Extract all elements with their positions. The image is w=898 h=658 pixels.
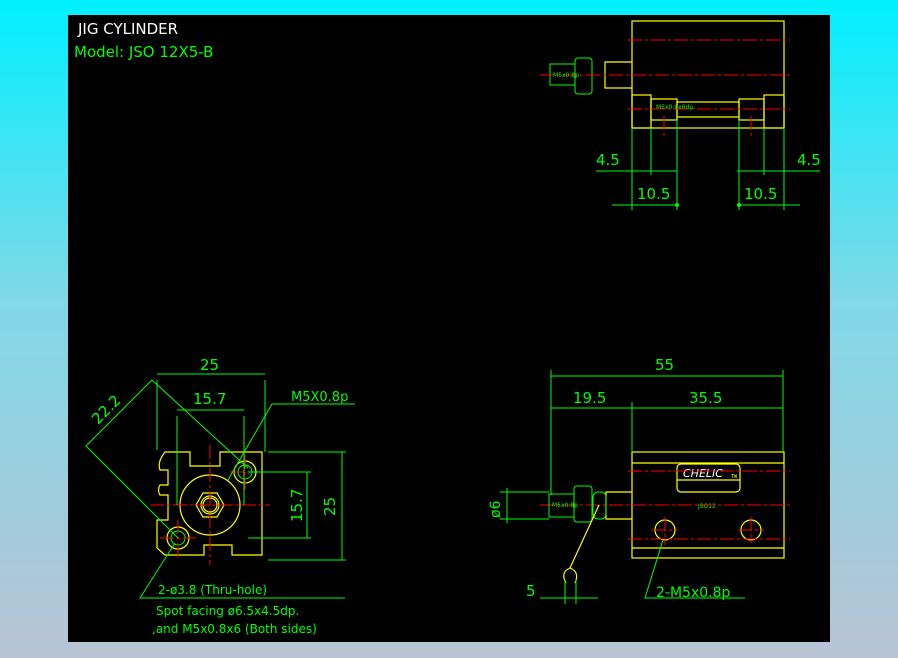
hole-note: 2-ø3.8 (Thru-hole) <box>158 583 267 597</box>
dim-inner-width: 15.7 <box>193 390 226 408</box>
dim-wrench: 5 <box>526 582 536 600</box>
cad-drawing: JIG CYLINDER Model: JSO 12X5-B M5x0.8p M… <box>74 20 821 636</box>
side-port-label: M5x0.8p <box>553 72 579 79</box>
model-marking: JSO12 <box>697 503 716 510</box>
dim-right-large: 10.5 <box>744 185 777 203</box>
model-label: Model: JSO 12X5-B <box>74 43 213 61</box>
top-port-label: M5x0.8p <box>552 502 578 509</box>
dim-height: 25 <box>321 497 339 516</box>
port-callout: M5X0.8p <box>291 390 348 405</box>
dim-left-small: 4.5 <box>596 151 620 169</box>
brand-label: CHELIC <box>683 467 723 480</box>
brand-suffix: TW <box>731 474 738 480</box>
cad-drawing-canvas: JIG CYLINDER Model: JSO 12X5-B M5x0.8p M… <box>68 15 830 642</box>
side-port-depth-label: M5x0.8x6dp. <box>656 104 695 111</box>
hole-callout: 2-M5x0.8p <box>656 585 730 601</box>
thread-note: ,and M5x0.8x6 (Both sides) <box>152 622 317 636</box>
dim-body: 35.5 <box>689 389 722 407</box>
top-view: CHELIC TW JSO12 M5x0.8p 55 19.5 35.5 ø6 … <box>488 356 790 604</box>
drawing-title: JIG CYLINDER <box>77 20 178 38</box>
spot-facing-note: Spot facing ø6.5x4.5dp. <box>156 604 299 618</box>
dim-width: 25 <box>200 356 219 374</box>
front-view: 25 15.7 22.2 15.7 25 M5X0.8p 2-ø3.8 (Thr… <box>85 356 355 636</box>
dim-diagonal: 22.2 <box>88 391 124 427</box>
side-view: M5x0.8p M5x0.8x6dp. 4.5 4.5 10.5 10.5 <box>540 20 821 210</box>
dim-left-large: 10.5 <box>637 185 670 203</box>
dim-right-small: 4.5 <box>797 151 821 169</box>
dim-total: 55 <box>655 356 674 374</box>
dim-rod-dia: ø6 <box>488 500 504 518</box>
dim-rod: 19.5 <box>573 389 606 407</box>
dim-inner-height: 15.7 <box>288 489 306 522</box>
